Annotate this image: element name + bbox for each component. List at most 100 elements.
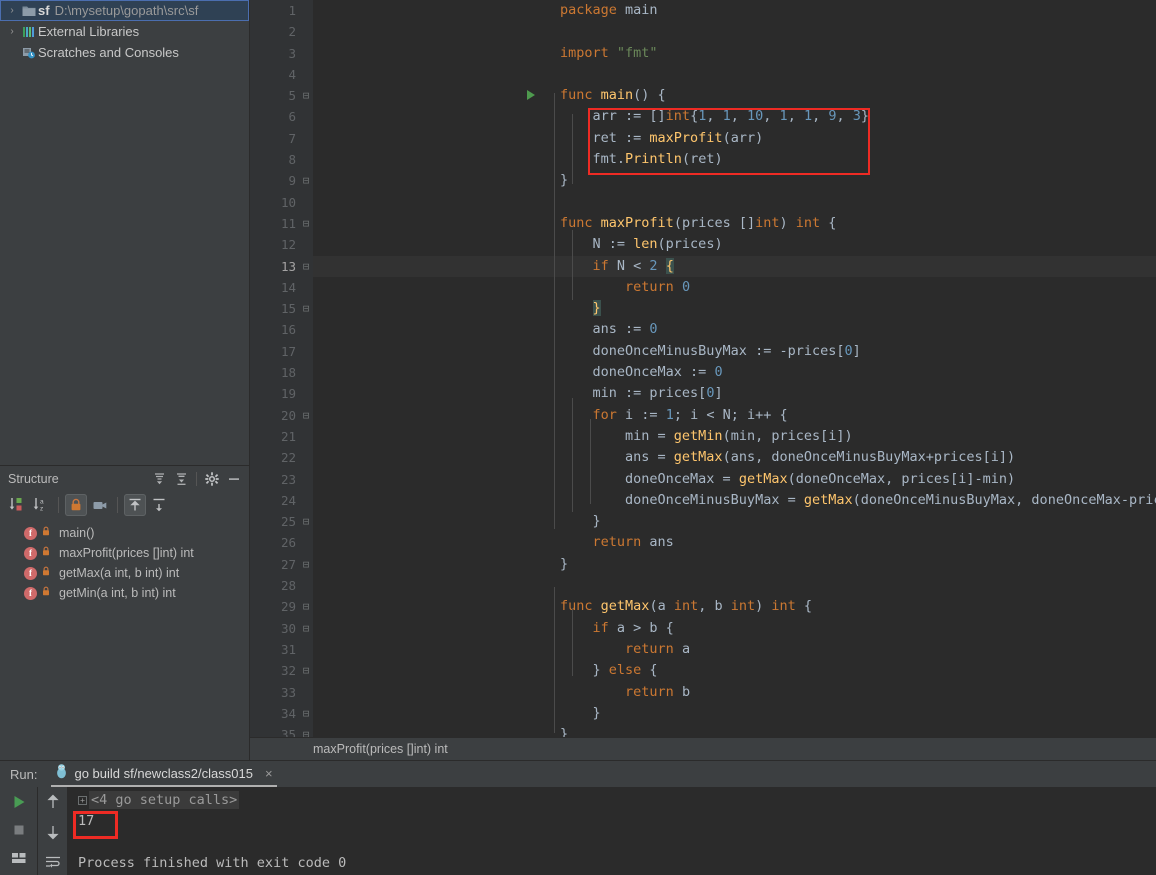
run-panel: Run: go build sf/newclass2/class015 × + …	[0, 760, 1156, 875]
console-output[interactable]: + <4 go setup calls> 17 Process finished …	[68, 787, 1156, 875]
console-program-output: 17	[68, 811, 1156, 832]
fold-toggle-icon[interactable]: ⊟	[300, 511, 312, 532]
line-number: 16	[280, 322, 296, 338]
show-non-public-icon[interactable]	[65, 494, 87, 516]
fold-toggle-icon[interactable]: ⊟	[300, 554, 312, 575]
tree-item-sf[interactable]: › sf D:\mysetup\gopath\src\sf	[0, 0, 249, 21]
code-line[interactable]: 20 ⊟ for i := 1; i < N; i++ {	[250, 405, 1156, 426]
project-tree[interactable]: › sf D:\mysetup\gopath\src\sf › External…	[0, 0, 249, 465]
tree-item-external-libraries-label: External Libraries	[38, 24, 140, 39]
collapse-icon[interactable]	[148, 494, 170, 516]
code-line[interactable]: 24 doneOnceMinusBuyMax = getMax(doneOnce…	[250, 490, 1156, 511]
code-line[interactable]: 15 ⊟ }	[250, 298, 1156, 319]
fold-toggle-icon[interactable]: ⊟	[300, 298, 312, 319]
scroll-down-icon[interactable]	[40, 821, 66, 843]
code-line[interactable]: 12 N := len(prices)	[250, 234, 1156, 255]
collapse-all-icon[interactable]	[170, 468, 192, 490]
sort-by-visibility-icon[interactable]	[6, 494, 28, 516]
expand-icon[interactable]	[124, 494, 146, 516]
line-number: 18	[280, 365, 296, 381]
close-icon[interactable]: ×	[265, 766, 273, 781]
structure-item-maxprofit[interactable]: f maxProfit(prices []int) int	[0, 543, 249, 563]
fold-toggle-icon[interactable]: ⊟	[300, 660, 312, 681]
indent-guide	[554, 587, 555, 733]
code-line[interactable]: 35 ⊟}	[250, 724, 1156, 737]
stop-icon[interactable]	[6, 819, 32, 841]
fold-toggle-icon[interactable]: ⊟	[300, 703, 312, 724]
settings-gear-icon[interactable]	[201, 468, 223, 490]
fold-toggle-icon[interactable]: ⊟	[300, 256, 312, 277]
line-number: 28	[280, 578, 296, 594]
code-lines[interactable]: 1 package main 2 3 import "fmt" 4 5 ⊟ func main(…	[250, 0, 1156, 737]
code-line[interactable]: 26 return ans	[250, 532, 1156, 553]
fold-toggle-icon[interactable]: ⊟	[300, 596, 312, 617]
code-line[interactable]: 14 return 0	[250, 277, 1156, 298]
code-editor[interactable]: 1 package main 2 3 import "fmt" 4 5 ⊟ func main(…	[250, 0, 1156, 737]
show-fields-icon[interactable]	[89, 494, 111, 516]
run-icon[interactable]	[6, 791, 32, 813]
fold-toggle-icon[interactable]: ⊟	[300, 170, 312, 191]
chevron-right-icon[interactable]: ›	[4, 5, 20, 16]
code-line[interactable]: 23 doneOnceMax = getMax(doneOnceMax, pri…	[250, 469, 1156, 490]
code-text: }	[592, 300, 601, 317]
fold-toggle-icon[interactable]: ⊟	[300, 618, 312, 639]
code-line[interactable]: 27 ⊟}	[250, 554, 1156, 575]
code-text: min = getMin(min, prices[i])	[560, 427, 853, 444]
structure-item-getmin[interactable]: f getMin(a int, b int) int	[0, 583, 249, 603]
go-gopher-icon	[55, 764, 68, 782]
code-line[interactable]: 8 fmt.Println(ret)	[250, 149, 1156, 170]
code-line[interactable]: 33 return b	[250, 682, 1156, 703]
code-line[interactable]: 30 ⊟ if a > b {	[250, 618, 1156, 639]
chevron-right-icon[interactable]: ›	[4, 26, 20, 37]
code-line[interactable]: 19 min := prices[0]	[250, 383, 1156, 404]
minimize-icon[interactable]	[223, 468, 245, 490]
code-line[interactable]: 7 ret := maxProfit(arr)	[250, 128, 1156, 149]
code-line[interactable]: 17 doneOnceMinusBuyMax := -prices[0]	[250, 341, 1156, 362]
code-line[interactable]: 34 ⊟ }	[250, 703, 1156, 724]
fold-toggle-icon[interactable]: +	[78, 795, 87, 805]
fold-toggle-icon[interactable]: ⊟	[300, 213, 312, 234]
code-line[interactable]: 22 ans = getMax(ans, doneOnceMinusBuyMax…	[250, 447, 1156, 468]
code-line[interactable]: 5 ⊟ func main() {	[250, 85, 1156, 106]
code-line[interactable]: 4	[250, 64, 1156, 85]
code-line[interactable]: 13 ⊟ if N < 2 {	[250, 255, 1156, 278]
code-line[interactable]: 29 ⊟ func getMax(a int, b int) int {	[250, 596, 1156, 617]
scroll-up-icon[interactable]	[40, 791, 66, 813]
structure-pane: Structure a z f main() f maxProfit(price…	[0, 465, 249, 760]
fold-toggle-icon[interactable]: ⊟	[300, 405, 312, 426]
fold-toggle-icon[interactable]: ⊟	[300, 85, 312, 106]
breadcrumb[interactable]: maxProfit(prices []int) int	[250, 737, 1156, 760]
code-line[interactable]: 10	[250, 192, 1156, 213]
code-text: for i := 1; i < N; i++ {	[592, 406, 788, 423]
code-line[interactable]: 6 arr := []int{1, 1, 10, 1, 1, 9, 3}	[250, 106, 1156, 127]
soft-wrap-icon[interactable]	[40, 851, 66, 873]
structure-item-getmax[interactable]: f getMax(a int, b int) int	[0, 563, 249, 583]
code-line[interactable]: 9 ⊟}	[250, 170, 1156, 191]
code-line[interactable]: 16 ans := 0	[250, 319, 1156, 340]
run-gutter-icon[interactable]	[527, 90, 535, 101]
code-line[interactable]: 31 return a	[250, 639, 1156, 660]
expand-all-icon[interactable]	[148, 468, 170, 490]
code-text: if a > b {	[592, 619, 674, 636]
code-line[interactable]: 1 package main	[250, 0, 1156, 21]
code-text: if N < 2 {	[592, 257, 674, 274]
console-folded-line[interactable]: + <4 go setup calls>	[68, 790, 1156, 811]
tree-item-scratches-and-consoles[interactable]: Scratches and Consoles	[0, 42, 249, 63]
sort-alphabetically-icon[interactable]: a z	[30, 494, 52, 516]
code-line[interactable]: 25 ⊟ }	[250, 511, 1156, 532]
code-line[interactable]: 3 import "fmt"	[250, 43, 1156, 64]
tree-item-external-libraries[interactable]: › External Libraries	[0, 21, 249, 42]
code-line[interactable]: 21 min = getMin(min, prices[i])//最小值	[250, 426, 1156, 447]
layout-icon[interactable]	[6, 847, 32, 869]
code-text: doneOnceMinusBuyMax = getMax(doneOnceMin…	[560, 491, 1156, 508]
code-line[interactable]: 28	[250, 575, 1156, 596]
code-line[interactable]: 11 ⊟ func maxProfit(prices []int) int {	[250, 213, 1156, 234]
run-tab-go-build[interactable]: go build sf/newclass2/class015 ×	[51, 761, 277, 787]
structure-item-main[interactable]: f main()	[0, 523, 249, 543]
code-line[interactable]: 18 doneOnceMax := 0	[250, 362, 1156, 383]
code-line[interactable]: 32 ⊟ } else {	[250, 660, 1156, 681]
indent-guide	[572, 608, 573, 676]
fold-toggle-icon[interactable]: ⊟	[300, 724, 312, 737]
code-line[interactable]: 2	[250, 21, 1156, 42]
structure-list[interactable]: f main() f maxProfit(prices []int) int f…	[0, 519, 249, 603]
